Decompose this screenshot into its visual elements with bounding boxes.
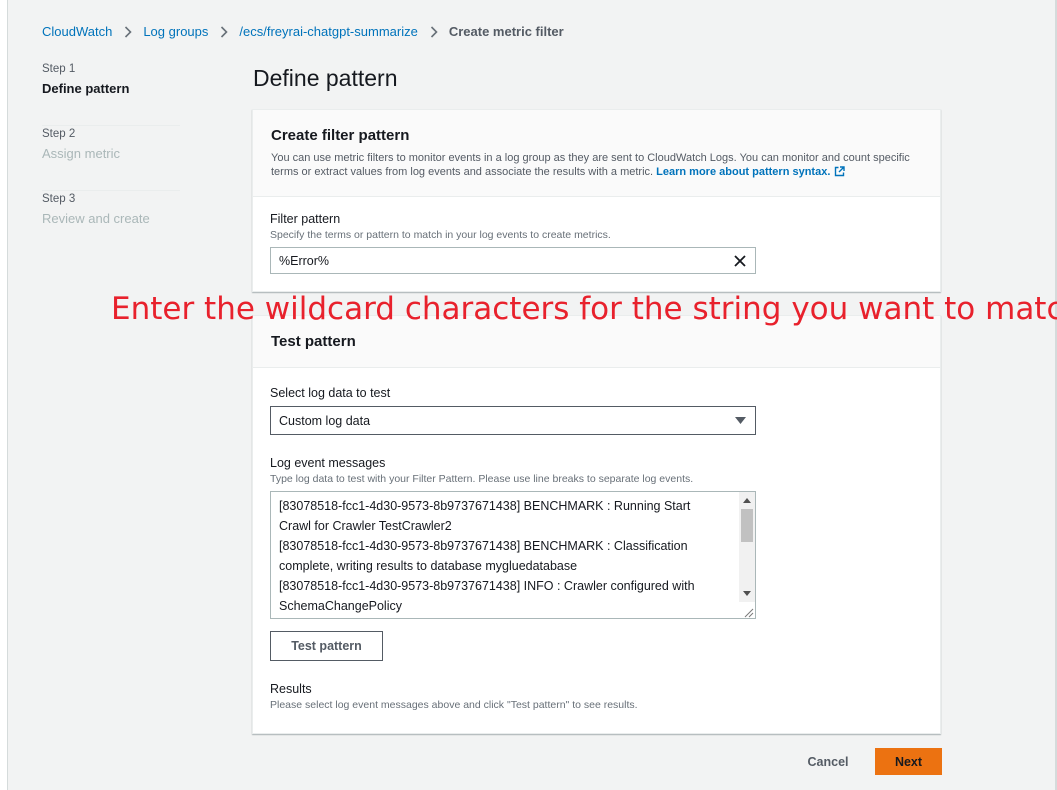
filter-pattern-input-box: [270, 247, 756, 274]
select-log-data-label: Select log data to test: [270, 386, 391, 400]
log-line: Crawl for Crawler TestCrawler2: [279, 519, 452, 533]
textarea-content: [83078518-fcc1-4d30-9573-8b9737671438] B…: [279, 496, 719, 616]
scroll-down-icon[interactable]: [743, 591, 751, 596]
step-number: Step 1: [42, 63, 76, 75]
scroll-up-icon[interactable]: [743, 498, 751, 503]
breadcrumb-log-groups[interactable]: Log groups: [143, 24, 208, 39]
results-label: Results: [270, 682, 312, 696]
panel-title: Test pattern: [271, 333, 356, 350]
log-line: [83078518-fcc1-4d30-9573-8b9737671438] B…: [279, 499, 691, 513]
filter-pattern-field: Filter pattern Specify the terms or patt…: [270, 211, 611, 242]
log-line: [83078518-fcc1-4d30-9573-8b9737671438] I…: [279, 579, 695, 593]
filter-pattern-label: Filter pattern: [270, 212, 341, 226]
step-number: Step 2: [42, 128, 76, 140]
log-event-messages-textarea[interactable]: [83078518-fcc1-4d30-9573-8b9737671438] B…: [270, 491, 756, 619]
page-title: Define pattern: [253, 65, 398, 91]
breadcrumb: CloudWatch Log groups /ecs/freyrai-chatg…: [42, 24, 564, 39]
wizard-steps: Step 1 Define pattern Step 2 Assign metr…: [42, 61, 180, 256]
filter-pattern-hint: Specify the terms or pattern to match in…: [270, 229, 611, 241]
log-event-messages-hint: Type log data to test with your Filter P…: [270, 473, 694, 485]
left-nav-edge: [0, 0, 8, 790]
textarea-scrollbar[interactable]: [739, 492, 755, 602]
log-event-messages-field: Log event messages Type log data to test…: [270, 455, 693, 486]
step-1: Step 1 Define pattern: [42, 62, 180, 126]
panel-description: You can use metric filters to monitor ev…: [271, 151, 921, 181]
select-value: Custom log data: [279, 413, 371, 428]
chevron-right-icon: [124, 25, 132, 38]
panel-header: Create filter pattern You can use metric…: [253, 110, 940, 197]
learn-more-link[interactable]: Learn more about pattern syntax.: [656, 166, 830, 178]
step-name-assign-metric: Assign metric: [42, 146, 121, 161]
step-name-review-and-create: Review and create: [42, 211, 150, 226]
resize-grip-icon[interactable]: [742, 605, 754, 618]
breadcrumb-log-group-name[interactable]: /ecs/freyrai-chatgpt-summarize: [239, 24, 417, 39]
next-button[interactable]: Next: [875, 748, 942, 775]
clear-icon[interactable]: [725, 248, 755, 273]
breadcrumb-current-page: Create metric filter: [448, 24, 564, 39]
log-event-messages-label: Log event messages: [270, 456, 386, 470]
log-data-select[interactable]: Custom log data: [270, 406, 756, 435]
chevron-right-icon: [430, 25, 438, 38]
test-pattern-button[interactable]: Test pattern: [270, 631, 383, 661]
log-line: SchemaChangePolicy: [279, 599, 402, 613]
chevron-right-icon: [220, 25, 229, 38]
results-field: Results Please select log event messages…: [270, 681, 638, 712]
cancel-button[interactable]: Cancel: [797, 749, 859, 775]
log-line: [83078518-fcc1-4d30-9573-8b9737671438] B…: [279, 539, 688, 553]
step-number: Step 3: [42, 193, 76, 205]
external-link-icon[interactable]: [834, 166, 846, 181]
step-name-define-pattern: Define pattern: [42, 81, 130, 96]
scroll-thumb[interactable]: [741, 509, 753, 542]
log-line: complete, writing results to database my…: [279, 559, 578, 573]
results-text: Please select log event messages above a…: [270, 699, 638, 711]
step-3: Step 3 Review and create: [42, 192, 180, 256]
create-filter-pattern-panel: Create filter pattern You can use metric…: [252, 109, 941, 292]
breadcrumb-cloudwatch[interactable]: CloudWatch: [42, 24, 112, 39]
panel-title: Create filter pattern: [271, 127, 410, 144]
test-pattern-panel: Test pattern Select log data to test Cus…: [252, 315, 941, 734]
step-2: Step 2 Assign metric: [42, 127, 180, 191]
annotation-text: Enter the wildcard characters for the st…: [111, 291, 1057, 327]
filter-pattern-input[interactable]: [271, 248, 725, 273]
caret-down-icon: [735, 417, 746, 424]
